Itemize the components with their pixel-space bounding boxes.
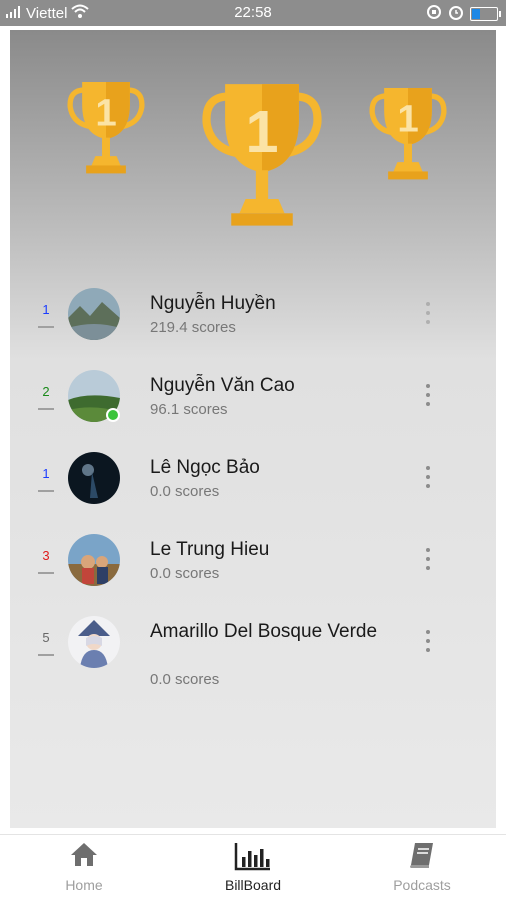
alarm-icon — [448, 4, 464, 24]
trophy-icon: 1 — [369, 87, 447, 180]
rank-number: 1 — [42, 466, 50, 481]
bar-chart-icon — [234, 843, 270, 871]
book-icon — [410, 843, 433, 868]
trophy-icon: 1 — [202, 84, 322, 226]
avatar[interactable] — [68, 616, 120, 668]
list-item[interactable]: 3 Le Trung Hieu 0.0 scores — [10, 534, 496, 616]
more-options-icon[interactable] — [424, 630, 432, 652]
rank-number: 2 — [42, 384, 50, 399]
user-name: Lê Ngọc Bảo — [150, 457, 260, 478]
list-item[interactable]: 5 Amarillo Del Bosque Verde 0.0 scores — [10, 616, 496, 716]
user-name: Amarillo Del Bosque Verde — [150, 621, 378, 642]
svg-text:1: 1 — [95, 92, 116, 135]
user-score: 0.0 scores — [150, 671, 220, 688]
list-item[interactable]: 1 Lê Ngọc Bảo 0.0 scores — [10, 452, 496, 534]
rank-divider — [38, 490, 54, 492]
home-icon — [71, 843, 97, 866]
rank-number: 3 — [42, 548, 50, 563]
more-options-icon[interactable] — [424, 302, 432, 324]
list-item[interactable]: 1 Nguyễn Huyền 219.4 scores — [10, 288, 496, 370]
rank-number: 5 — [42, 630, 50, 645]
user-name: Nguyễn Văn Cao — [150, 375, 295, 396]
battery-icon — [470, 7, 501, 21]
avatar[interactable] — [68, 534, 120, 586]
nav-label: Home — [65, 877, 103, 893]
nav-billboard[interactable]: BillBoard — [193, 841, 313, 893]
leaderboard-card: 1 1 1 1 Nguyễn Huyền 219.4 scores 2 Nguy… — [10, 30, 496, 828]
user-score: 0.0 scores — [150, 483, 220, 500]
user-name: Nguyễn Huyền — [150, 293, 276, 314]
avatar[interactable] — [68, 452, 120, 504]
leaderboard-list: 1 Nguyễn Huyền 219.4 scores 2 Nguyễn Văn… — [10, 288, 496, 716]
user-score: 96.1 scores — [150, 401, 228, 418]
more-options-icon[interactable] — [424, 548, 432, 570]
list-item[interactable]: 2 Nguyễn Văn Cao 96.1 scores — [10, 370, 496, 452]
more-options-icon[interactable] — [424, 384, 432, 406]
rank-divider — [38, 654, 54, 656]
nav-label: Podcasts — [393, 877, 451, 893]
rank-number: 1 — [42, 302, 50, 317]
avatar[interactable] — [68, 288, 120, 340]
status-bar: Viettel 22:58 — [0, 0, 506, 26]
user-score: 219.4 scores — [150, 319, 236, 336]
svg-text:1: 1 — [245, 98, 278, 165]
rank-divider — [38, 408, 54, 410]
bottom-navigation: Home BillBoard Podcasts — [0, 834, 506, 901]
user-score: 0.0 scores — [150, 565, 220, 582]
nav-home[interactable]: Home — [24, 841, 144, 893]
online-status-indicator — [106, 408, 120, 422]
more-options-icon[interactable] — [424, 466, 432, 488]
user-name: Le Trung Hieu — [150, 539, 270, 560]
nav-label: BillBoard — [224, 877, 282, 893]
trophy-icon: 1 — [67, 81, 145, 174]
svg-text:1: 1 — [397, 98, 418, 141]
rotation-lock-icon — [426, 4, 442, 24]
rank-divider — [38, 326, 54, 328]
nav-podcasts[interactable]: Podcasts — [362, 841, 482, 893]
rank-divider — [38, 572, 54, 574]
